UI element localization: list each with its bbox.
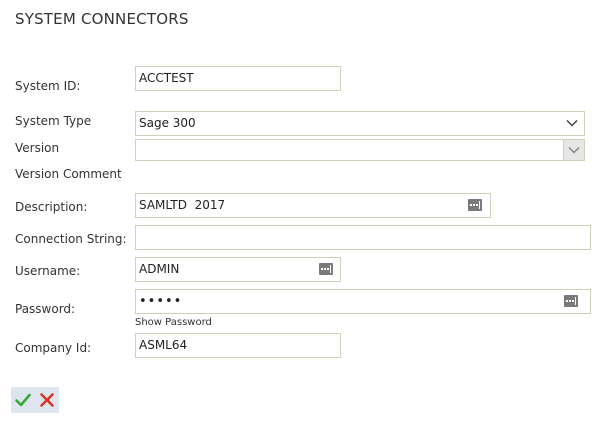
save-button[interactable] [14, 391, 32, 409]
more-options-icon[interactable] [564, 295, 578, 307]
username-label: Username: [15, 264, 81, 278]
check-icon [15, 393, 31, 407]
more-options-icon[interactable] [468, 199, 482, 211]
description-label: Description: [15, 200, 88, 214]
show-password-toggle[interactable]: Show Password [135, 317, 212, 328]
system-type-value: Sage 300 [139, 116, 196, 130]
version-label: Version [15, 141, 60, 155]
version-select[interactable] [135, 139, 585, 161]
page-title: SYSTEM CONNECTORS [15, 10, 189, 28]
description-value: SAMLTD 2017 [139, 198, 226, 212]
connection-string-label: Connection String: [15, 232, 127, 246]
action-bar [11, 387, 59, 413]
password-field[interactable]: ••••• [135, 289, 591, 314]
chevron-down-icon [566, 119, 578, 127]
username-value: ADMIN [139, 262, 180, 276]
system-type-label: System Type [15, 114, 92, 128]
description-field[interactable]: SAMLTD 2017 [135, 193, 491, 218]
system-id-value: ACCTEST [139, 71, 194, 85]
chevron-down-icon [568, 146, 580, 154]
system-type-select[interactable]: Sage 300 [135, 111, 585, 136]
system-id-label: System ID: [15, 79, 81, 93]
system-id-field[interactable]: ACCTEST [135, 66, 341, 91]
connection-string-field[interactable] [135, 225, 591, 250]
cancel-button[interactable] [38, 391, 56, 409]
company-id-label: Company Id: [15, 341, 92, 355]
more-options-icon[interactable] [319, 263, 333, 275]
company-id-value: ASML64 [139, 338, 188, 352]
password-value: ••••• [139, 294, 183, 309]
version-dropdown-button[interactable] [563, 140, 584, 160]
company-id-field[interactable]: ASML64 [135, 333, 341, 358]
x-icon [40, 393, 54, 407]
version-comment-label: Version Comment [15, 167, 122, 181]
username-field[interactable]: ADMIN [135, 257, 341, 282]
password-label: Password: [15, 302, 76, 316]
